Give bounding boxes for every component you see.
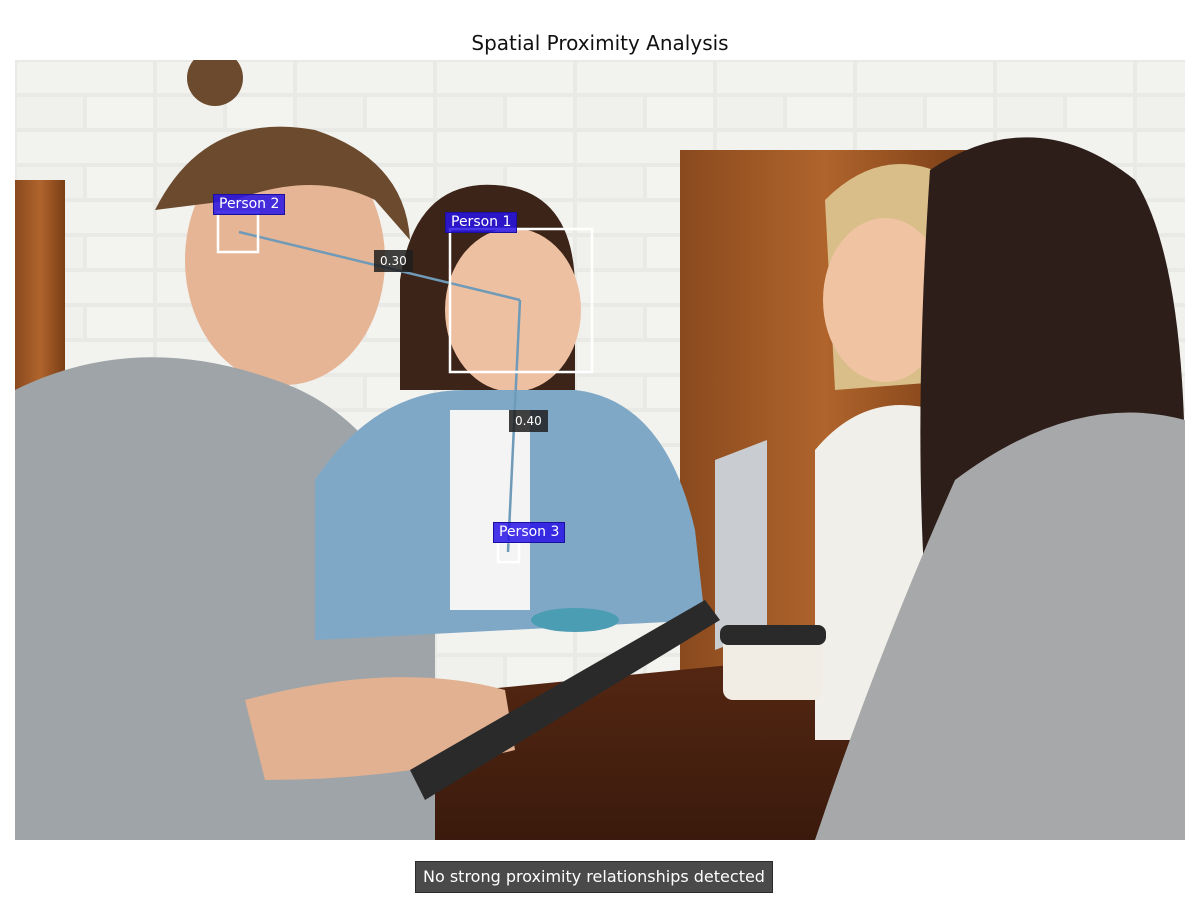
- distance-label-person1-person3: 0.40: [509, 410, 548, 432]
- distance-label-person2-person1: 0.30: [374, 250, 413, 272]
- person-label-2: Person 2: [213, 194, 286, 215]
- person-label-3: Person 3: [493, 522, 566, 543]
- face-box-person2: [216, 210, 260, 254]
- figure-title: Spatial Proximity Analysis: [471, 31, 729, 55]
- group-photo: Person 1 Person 2 Person 3 0.30 0.40: [15, 60, 1185, 840]
- person-label-1: Person 1: [445, 212, 518, 233]
- proximity-overlay: [216, 210, 594, 564]
- proximity-status-message: No strong proximity relationships detect…: [415, 861, 773, 893]
